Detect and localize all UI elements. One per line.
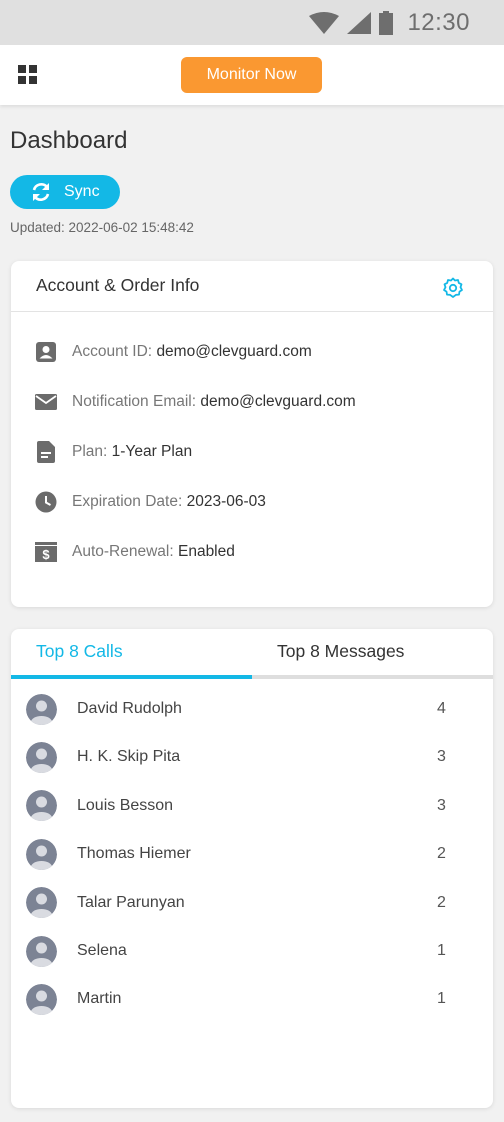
- contact-name: Selena: [77, 942, 127, 959]
- account-id-label: Account ID:: [72, 343, 157, 360]
- svg-text:$: $: [42, 547, 50, 562]
- auto-renewal-value: Enabled: [177, 543, 235, 560]
- auto-renewal-row: $ Auto-Renewal: Enabled: [34, 540, 235, 564]
- plan-label: Plan:: [72, 443, 112, 460]
- page-title: Dashboard: [10, 127, 128, 154]
- call-list-item[interactable]: Selena 1: [11, 931, 493, 971]
- tab-indicator: [11, 675, 252, 679]
- contact-name: Louis Besson: [77, 796, 174, 814]
- account-box-icon: [34, 340, 58, 364]
- call-count: 1: [437, 990, 446, 1008]
- document-icon: [34, 440, 58, 464]
- notification-email-label: Notification Email:: [72, 393, 201, 410]
- call-count: 4: [437, 700, 446, 717]
- updated-timestamp: Updated: 2022-06-02 15:48:42: [10, 220, 194, 235]
- avatar-icon: [26, 838, 57, 870]
- sync-icon: [32, 183, 50, 201]
- expiration-date-value: 2023-06-03: [186, 493, 266, 510]
- call-list-item[interactable]: Louis Besson 3: [11, 786, 493, 826]
- notification-email-row: Notification Email: demo@clevguard.com: [34, 390, 356, 414]
- avatar-icon: [26, 887, 57, 919]
- plan-value: 1-Year Plan: [111, 443, 193, 460]
- contact-name: Thomas Hiemer: [77, 845, 191, 863]
- call-list-item[interactable]: Talar Parunyan 2: [11, 883, 493, 923]
- mail-icon: [34, 390, 58, 414]
- status-bar: 12:30: [0, 0, 504, 45]
- call-count: 2: [437, 893, 446, 911]
- call-count: 3: [437, 796, 446, 814]
- contact-name: David Rudolph: [77, 700, 182, 717]
- call-count: 2: [437, 845, 446, 863]
- card-header: Account & Order Info: [11, 261, 493, 312]
- app-bar: Monitor Now: [0, 45, 504, 105]
- sync-button[interactable]: Sync: [10, 175, 120, 209]
- avatar-icon: [26, 790, 57, 822]
- avatar-icon: [26, 741, 57, 773]
- contact-name: Talar Parunyan: [77, 893, 185, 911]
- status-time: 12:30: [407, 9, 470, 36]
- contact-name: H. K. Skip Pita: [77, 748, 181, 766]
- sync-label: Sync: [64, 183, 100, 200]
- account-id-row: Account ID: demo@clevguard.com: [34, 340, 312, 364]
- tab-top-calls[interactable]: Top 8 Calls: [11, 629, 252, 680]
- grid-icon[interactable]: [18, 65, 37, 84]
- top-contacts-card: Top 8 Calls Top 8 Messages David Rudolph…: [11, 629, 493, 1108]
- call-count: 3: [437, 748, 446, 766]
- monitor-now-button[interactable]: Monitor Now: [181, 57, 322, 93]
- gear-icon[interactable]: [441, 276, 465, 300]
- card-title: Account & Order Info: [36, 275, 200, 295]
- tab-top-messages[interactable]: Top 8 Messages: [252, 629, 493, 680]
- avatar-icon: [26, 983, 57, 1015]
- tab-bar: Top 8 Calls Top 8 Messages: [11, 629, 493, 680]
- avatar-icon: [26, 693, 57, 725]
- call-list-item[interactable]: David Rudolph 4: [11, 689, 493, 729]
- expiration-date-label: Expiration Date:: [72, 493, 187, 510]
- contact-name: Martin: [77, 990, 122, 1008]
- account-id-value: demo@clevguard.com: [156, 343, 312, 360]
- plan-row: Plan: 1-Year Plan: [34, 440, 192, 464]
- wifi-icon: [309, 12, 340, 34]
- call-list-item[interactable]: H. K. Skip Pita 3: [11, 737, 493, 777]
- auto-renewal-label: Auto-Renewal:: [72, 543, 178, 560]
- account-order-card: Account & Order Info Account ID: demo@cl…: [11, 261, 493, 607]
- clock-icon: [34, 490, 58, 514]
- dollar-icon: $: [34, 540, 58, 564]
- avatar-icon: [26, 935, 57, 967]
- notification-email-value: demo@clevguard.com: [200, 393, 356, 410]
- cell-signal-icon: [347, 12, 372, 34]
- call-list-item[interactable]: Thomas Hiemer 2: [11, 834, 493, 874]
- call-list-item[interactable]: Martin 1: [11, 979, 493, 1019]
- battery-icon: [379, 11, 394, 35]
- expiration-date-row: Expiration Date: 2023-06-03: [34, 490, 266, 514]
- call-count: 1: [437, 942, 446, 959]
- status-icons: 12:30: [309, 9, 470, 37]
